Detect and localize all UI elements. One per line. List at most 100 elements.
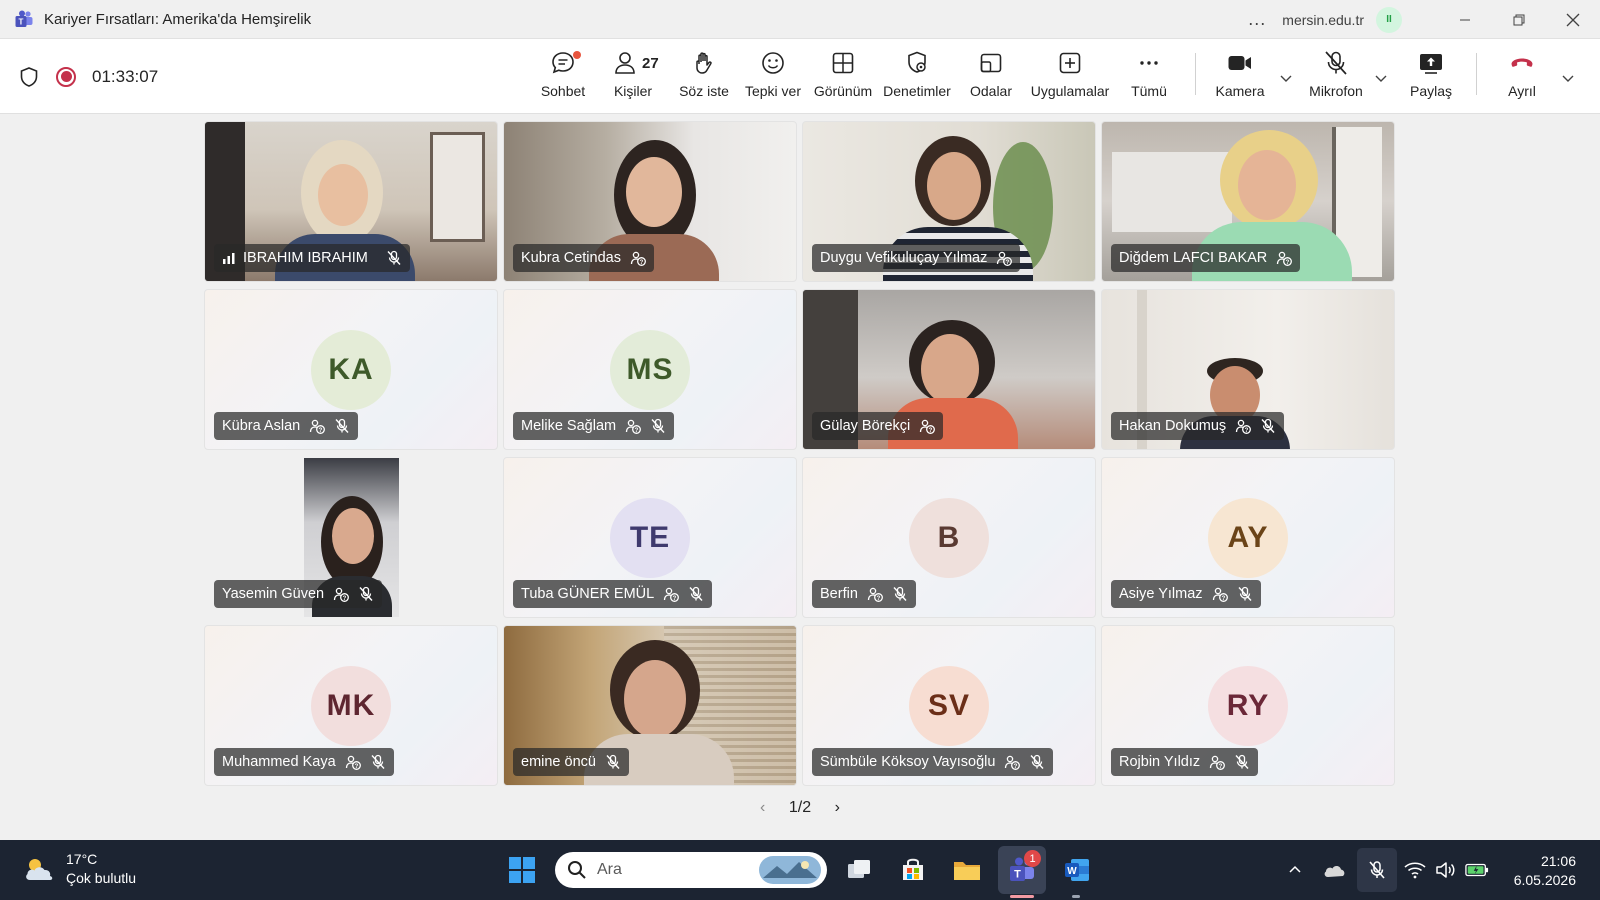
controls-button[interactable]: Denetimler — [882, 49, 952, 99]
participant-tile[interactable]: Diğdem LAFCI BAKAR ? — [1101, 121, 1395, 282]
apps-button[interactable]: Uygulamalar — [1031, 49, 1109, 99]
video-stage: IBRAHIM IBRAHIM Kubra Cetindas ? Duygu V… — [0, 114, 1600, 840]
participant-name: Gülay Börekçi — [820, 418, 911, 434]
more-actions-button[interactable]: Tümü — [1114, 49, 1184, 99]
camera-button[interactable]: Kamera — [1205, 49, 1275, 99]
mic-off-icon — [689, 586, 703, 601]
organization-label: mersin.edu.tr — [1282, 11, 1364, 28]
leave-button[interactable]: Ayrıl — [1487, 49, 1557, 99]
participant-nametag: emine öncü — [513, 748, 629, 776]
participant-nametag: Rojbin Yıldız ? — [1111, 748, 1259, 776]
cloud-icon — [1324, 865, 1345, 877]
participant-tile[interactable]: Yasemin Güven ? — [204, 457, 498, 618]
mic-muted-tray-button[interactable] — [1365, 858, 1389, 882]
guest-icon: ? — [920, 419, 936, 434]
mic-off-icon — [893, 586, 907, 601]
microphone-button[interactable]: Mikrofon — [1301, 49, 1371, 99]
hang-up-icon — [1511, 58, 1533, 67]
minimize-icon — [1460, 19, 1470, 20]
participant-name: IBRAHIM IBRAHIM — [243, 250, 368, 266]
guest-icon: ? — [345, 755, 361, 770]
shield-icon[interactable] — [18, 66, 40, 88]
battery-button[interactable] — [1465, 858, 1489, 882]
volume-button[interactable] — [1434, 858, 1458, 882]
camera-options-chevron-icon[interactable] — [1279, 71, 1293, 85]
participant-nametag: Gülay Börekçi ? — [812, 412, 944, 440]
people-button[interactable]: 27 Kişiler — [598, 49, 668, 99]
view-button[interactable]: Görünüm — [808, 49, 878, 99]
smiley-icon — [762, 52, 784, 74]
leave-label: Ayrıl — [1508, 83, 1536, 99]
raise-hand-button[interactable]: Söz iste — [669, 49, 739, 99]
minimize-button[interactable] — [1438, 0, 1492, 39]
participant-tile[interactable]: IBRAHIM IBRAHIM — [204, 121, 498, 282]
participant-tile[interactable]: TE Tuba GÜNER EMÜL ? — [503, 457, 797, 618]
taskbar-clock[interactable]: 21:06 6.05.2026 — [1514, 852, 1576, 890]
participant-tile[interactable]: Gülay Börekçi ? — [802, 289, 1096, 450]
svg-text:?: ? — [1245, 428, 1249, 434]
word-button[interactable]: W — [1061, 854, 1093, 886]
participant-name: Sümbüle Köksoy Vayısoğlu — [820, 754, 996, 770]
camera-label: Kamera — [1215, 83, 1265, 99]
microsoft-store-button[interactable] — [897, 854, 929, 886]
participant-tile[interactable]: Duygu Vefikuluçay Yılmaz ? — [802, 121, 1096, 282]
clock-time: 21:06 — [1540, 853, 1576, 869]
weather-description: Çok bulutlu — [66, 870, 137, 886]
react-button[interactable]: Tepki ver — [738, 49, 808, 99]
start-button[interactable] — [506, 854, 538, 886]
pause-icon[interactable]: II — [1376, 6, 1402, 33]
taskbar-search[interactable]: Ara — [555, 852, 827, 888]
participant-nametag: Yasemin Güven ? — [214, 580, 383, 608]
svg-text:?: ? — [343, 596, 347, 602]
share-button[interactable]: Paylaş — [1396, 49, 1466, 99]
task-view-button[interactable] — [843, 854, 875, 886]
participant-tile[interactable]: RY Rojbin Yıldız ? — [1101, 625, 1395, 786]
participant-name: Diğdem LAFCI BAKAR — [1119, 250, 1268, 266]
teams-notification-badge: 1 — [1024, 850, 1041, 867]
mic-off-icon — [651, 418, 665, 433]
chat-button[interactable]: Sohbet — [528, 49, 598, 99]
participant-tile[interactable]: SV Sümbüle Köksoy Vayısoğlu ? — [802, 625, 1096, 786]
participant-tile[interactable]: KA Kübra Aslan ? — [204, 289, 498, 450]
participant-tile[interactable]: MK Muhammed Kaya ? — [204, 625, 498, 786]
network-button[interactable] — [1403, 858, 1427, 882]
participant-tile[interactable]: MS Melike Sağlam ? — [503, 289, 797, 450]
guest-icon: ? — [630, 251, 646, 266]
guest-icon: ? — [1236, 419, 1252, 434]
participant-tile[interactable]: B Berfin ? — [802, 457, 1096, 618]
raise-hand-label: Söz iste — [679, 83, 729, 99]
svg-text:T: T — [19, 18, 24, 27]
restore-button[interactable] — [1492, 0, 1546, 39]
word-icon: W — [1065, 859, 1089, 881]
clock-date: 6.05.2026 — [1513, 872, 1576, 888]
weather-temperature: 17°C — [66, 851, 98, 867]
participant-name: Kubra Cetindas — [521, 250, 621, 266]
guest-icon: ? — [1277, 251, 1293, 266]
weather-widget[interactable]: 17°C Çok bulutlu — [22, 850, 136, 888]
show-hidden-icons-button[interactable] — [1283, 858, 1307, 882]
file-explorer-button[interactable] — [951, 854, 983, 886]
mic-options-chevron-icon[interactable] — [1374, 71, 1388, 85]
mic-off-icon — [606, 754, 620, 769]
wifi-icon — [1404, 862, 1426, 879]
participant-tile[interactable]: Kubra Cetindas ? — [503, 121, 797, 282]
participant-nametag: Hakan Dokumuş ? — [1111, 412, 1285, 440]
mic-off-icon — [335, 418, 349, 433]
previous-page-button[interactable]: ‹ — [760, 799, 765, 817]
next-page-button[interactable]: › — [835, 799, 840, 817]
participant-name: Asiye Yılmaz — [1119, 586, 1203, 602]
participant-name: Muhammed Kaya — [222, 754, 336, 770]
raise-hand-icon — [696, 52, 712, 74]
participant-avatar: TE — [610, 498, 690, 578]
close-button[interactable] — [1546, 0, 1600, 39]
participant-avatar: AY — [1208, 498, 1288, 578]
onedrive-button[interactable] — [1322, 858, 1346, 882]
guest-icon: ? — [1212, 587, 1228, 602]
participant-tile[interactable]: AY Asiye Yılmaz ? — [1101, 457, 1395, 618]
participant-tile[interactable]: emine öncü — [503, 625, 797, 786]
rooms-button[interactable]: Odalar — [956, 49, 1026, 99]
more-options-icon[interactable]: ... — [1248, 9, 1266, 30]
leave-options-chevron-icon[interactable] — [1561, 71, 1575, 85]
page-indicator: 1/2 — [788, 799, 812, 816]
participant-tile[interactable]: Hakan Dokumuş ? — [1101, 289, 1395, 450]
